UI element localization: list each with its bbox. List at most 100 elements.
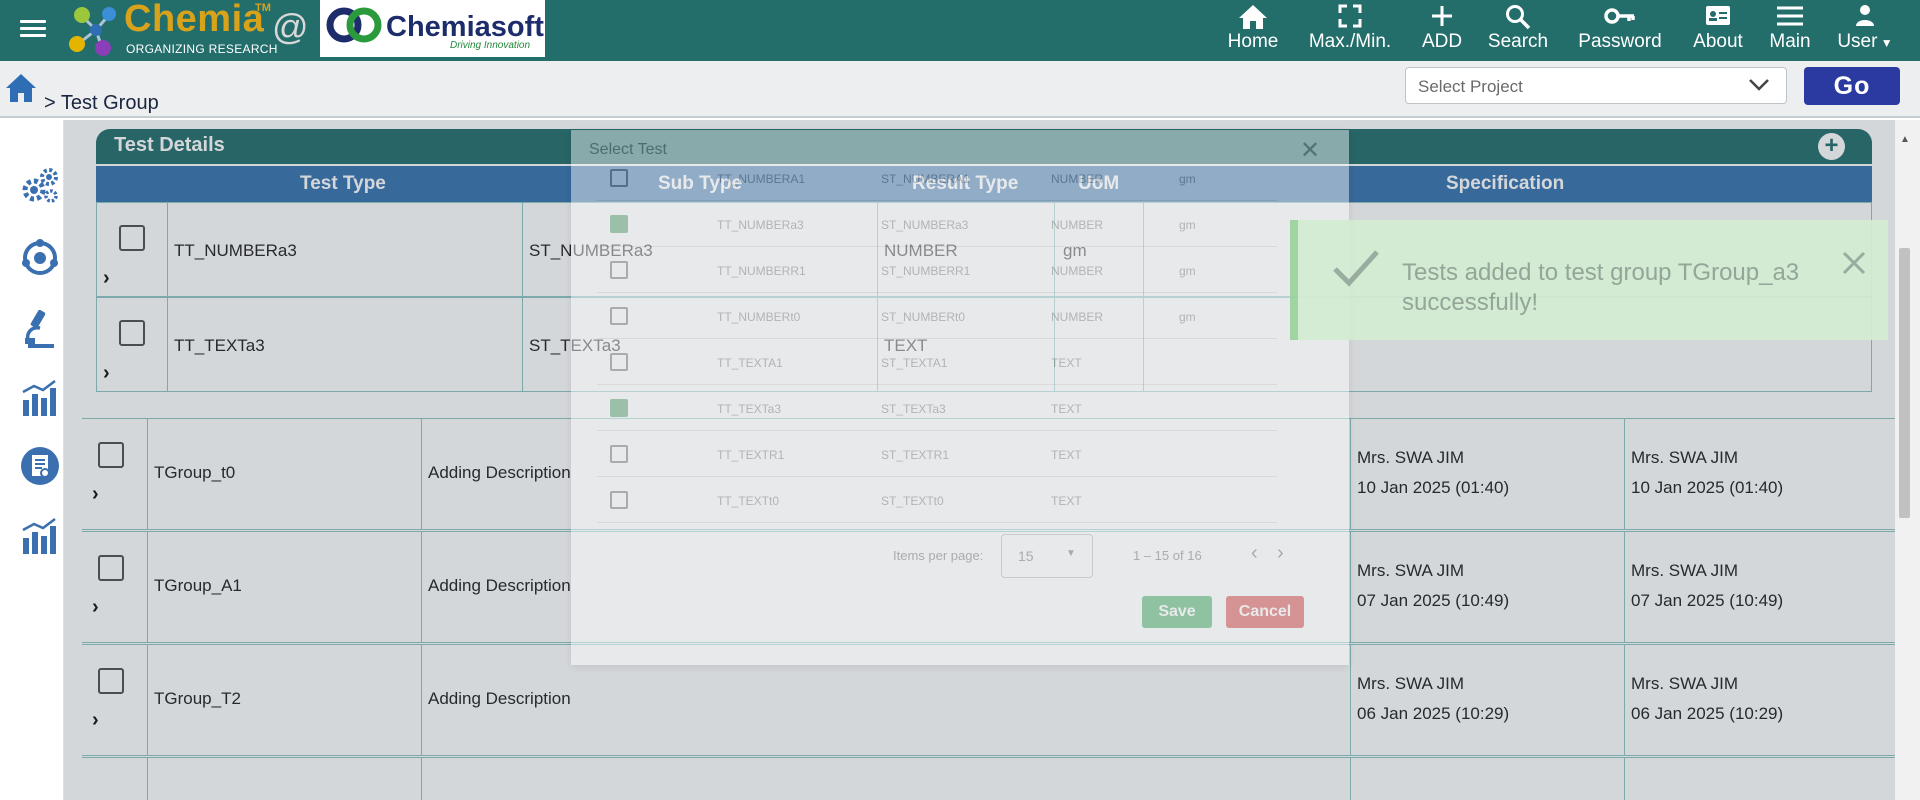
- at-symbol: @: [272, 6, 309, 47]
- dialog-uom: gm: [1179, 218, 1196, 232]
- key-icon: [1572, 0, 1668, 30]
- select-test-dialog: Select Test ✕ TT_NUMBERA1 ST_NUMBERA1 NU…: [571, 130, 1349, 665]
- caret-down-icon: ▼: [1066, 548, 1076, 559]
- nav-password[interactable]: Password: [1572, 0, 1668, 61]
- dialog-row-checkbox[interactable]: [610, 261, 628, 279]
- dialog-test-type: TT_NUMBERt0: [717, 310, 801, 324]
- pagination-range: 1 – 15 of 16: [1133, 548, 1202, 563]
- analytics-icon[interactable]: [20, 516, 62, 558]
- nav-main[interactable]: Main: [1764, 0, 1816, 61]
- brand-trademark: TM: [255, 2, 271, 14]
- previous-page-icon[interactable]: ‹: [1251, 542, 1258, 565]
- dialog-row-checkbox[interactable]: [610, 491, 628, 509]
- go-button[interactable]: Go: [1804, 67, 1900, 105]
- brand-tagline: ORGANIZING RESEARCH: [126, 42, 278, 56]
- dialog-row-checkbox[interactable]: [610, 353, 628, 371]
- nav-add[interactable]: ADD: [1418, 0, 1466, 61]
- dialog-list-item: TT_NUMBERt0 ST_NUMBERt0 NUMBER gm: [597, 293, 1277, 339]
- dialog-result-type: NUMBER: [1051, 264, 1104, 278]
- scroll-up-arrow-icon[interactable]: ▲: [1900, 134, 1910, 145]
- hamburger-menu-icon[interactable]: [20, 16, 46, 42]
- dialog-row-checkbox[interactable]: [610, 215, 628, 233]
- dialog-result-type: TEXT: [1051, 494, 1082, 508]
- nav-user[interactable]: User ▼: [1830, 0, 1900, 61]
- dialog-list-item: TT_TEXTR1 ST_TEXTR1 TEXT: [597, 431, 1277, 477]
- nav-home[interactable]: Home: [1224, 0, 1282, 61]
- fullscreen-icon: [1302, 0, 1398, 30]
- gears-icon[interactable]: [20, 166, 62, 208]
- dialog-list-item: TT_NUMBERR1 ST_NUMBERR1 NUMBER gm: [597, 247, 1277, 293]
- dialog-sub-type: ST_NUMBERA1: [881, 172, 970, 186]
- project-select[interactable]: Select Project: [1405, 67, 1787, 104]
- dialog-sub-type: ST_TEXTA1: [881, 356, 948, 370]
- menu-icon: [1764, 0, 1816, 30]
- breadcrumb: > Test Group: [44, 92, 159, 114]
- dialog-row-checkbox[interactable]: [610, 169, 628, 187]
- top-navbar: Chemia TM ORGANIZING RESEARCH @ Chemiaso…: [0, 0, 1920, 61]
- nav-password-label: Password: [1578, 31, 1662, 52]
- dialog-sub-type: ST_NUMBERa3: [881, 218, 969, 232]
- nav-search[interactable]: Search: [1484, 0, 1552, 61]
- dialog-sub-type: ST_NUMBERR1: [881, 264, 971, 278]
- chevron-down-icon: [1748, 77, 1770, 98]
- search-icon: [1484, 0, 1552, 30]
- chemiasoft-logo: Chemiasoft Driving Innovation: [320, 0, 545, 57]
- items-per-page-value: 15: [1018, 548, 1034, 564]
- success-toast: Tests added to test group TGroup_a3 succ…: [1290, 220, 1888, 340]
- dialog-save-button[interactable]: Save: [1142, 596, 1212, 628]
- nav-add-label: ADD: [1421, 31, 1463, 52]
- nav-maxmin[interactable]: Max./Min.: [1302, 0, 1398, 61]
- dialog-sub-type: ST_TEXTa3: [881, 402, 946, 416]
- dialog-test-type: TT_NUMBERR1: [717, 264, 806, 278]
- dialog-test-type: TT_TEXTt0: [717, 494, 780, 508]
- dialog-result-type: NUMBER: [1051, 310, 1104, 324]
- nav-home-label: Home: [1227, 31, 1279, 52]
- plus-icon: [1418, 0, 1466, 30]
- check-icon: [1332, 248, 1380, 293]
- page-scrollbar[interactable]: ▲: [1895, 120, 1920, 800]
- partner-tagline: Driving Innovation: [450, 40, 531, 51]
- dialog-row-checkbox[interactable]: [610, 307, 628, 325]
- dialog-cancel-button[interactable]: Cancel: [1226, 596, 1304, 628]
- nav-about[interactable]: About: [1688, 0, 1748, 61]
- dialog-result-type: TEXT: [1051, 402, 1082, 416]
- dialog-list-item: TT_TEXTt0 ST_TEXTt0 TEXT: [597, 477, 1277, 523]
- next-page-icon[interactable]: ›: [1277, 542, 1284, 565]
- breadcrumb-home-icon[interactable]: [5, 73, 37, 108]
- dialog-sub-type: ST_TEXTt0: [881, 494, 944, 508]
- dialog-test-type: TT_TEXTa3: [717, 402, 782, 416]
- brand-name: Chemia: [124, 0, 265, 40]
- items-per-page-select[interactable]: 15 ▼: [1001, 534, 1093, 578]
- report-icon[interactable]: [20, 446, 62, 488]
- dialog-test-type: TT_TEXTA1: [717, 356, 783, 370]
- dialog-sub-type: ST_TEXTR1: [881, 448, 950, 462]
- bar-chart-icon[interactable]: [20, 378, 62, 420]
- breadcrumb-bar: > Test Group Select Project Go: [0, 61, 1920, 118]
- project-select-placeholder: Select Project: [1418, 77, 1523, 96]
- dialog-row-checkbox[interactable]: [610, 399, 628, 417]
- dialog-result-type: TEXT: [1051, 448, 1082, 462]
- close-icon[interactable]: ✕: [1300, 136, 1320, 165]
- dialog-row-checkbox[interactable]: [610, 445, 628, 463]
- microscope-icon[interactable]: [20, 308, 62, 350]
- caret-down-icon: ▼: [1877, 36, 1893, 50]
- close-icon[interactable]: [1841, 250, 1867, 281]
- nav-maxmin-label: Max./Min.: [1308, 31, 1392, 52]
- dialog-test-type: TT_NUMBERA1: [717, 172, 806, 186]
- nav-user-text: User: [1837, 31, 1878, 52]
- settings-cycle-icon[interactable]: [20, 238, 62, 280]
- nav-user-label: User ▼: [1830, 31, 1900, 53]
- left-sidebar: [0, 120, 64, 800]
- scrollbar-thumb[interactable]: [1899, 248, 1910, 518]
- dialog-sub-type: ST_NUMBERt0: [881, 310, 966, 324]
- nav-about-label: About: [1693, 31, 1743, 52]
- dialog-result-type: TEXT: [1051, 356, 1082, 370]
- dialog-uom: gm: [1179, 310, 1196, 324]
- dialog-result-type: NUMBER: [1051, 218, 1104, 232]
- dialog-list-item: TT_NUMBERA1 ST_NUMBERA1 NUMBER gm: [597, 155, 1277, 201]
- home-icon: [1224, 0, 1282, 30]
- toast-message: Tests added to test group TGroup_a3 succ…: [1402, 259, 1800, 316]
- dialog-test-type: TT_NUMBERa3: [717, 218, 804, 232]
- items-per-page-label: Items per page:: [893, 548, 984, 563]
- dialog-uom: gm: [1179, 264, 1196, 278]
